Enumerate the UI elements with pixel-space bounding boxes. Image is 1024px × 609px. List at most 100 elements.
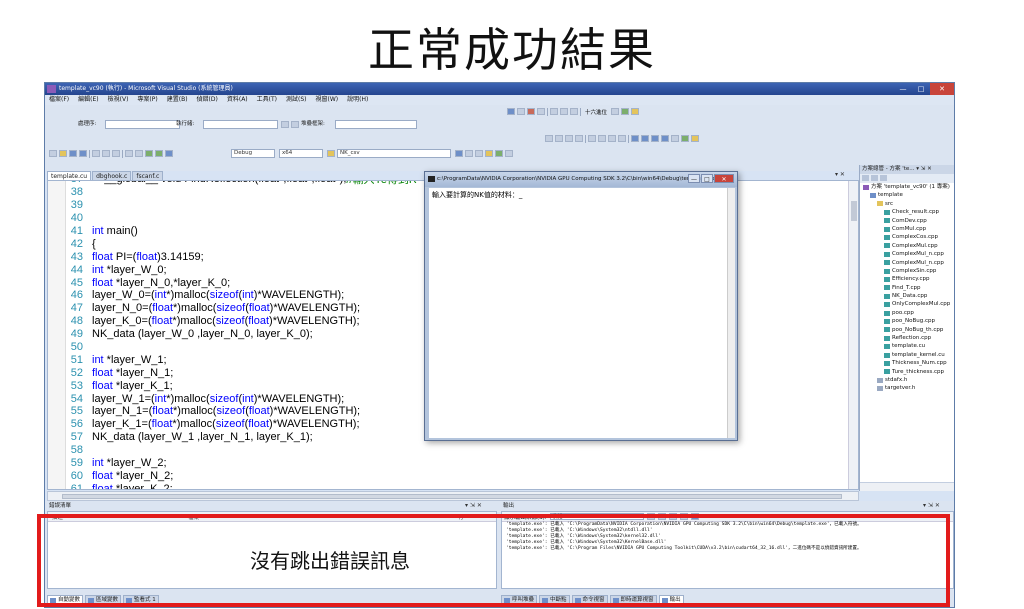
step-over-icon[interactable] — [560, 108, 568, 115]
tree-item[interactable]: targetver.h — [860, 384, 954, 392]
menu-item[interactable]: 工具(T) — [257, 95, 277, 105]
menu-item[interactable]: 編輯(E) — [78, 95, 98, 105]
console-minimize-button[interactable]: — — [688, 174, 700, 183]
tree-item[interactable]: Find_T.cpp — [860, 284, 954, 292]
bookmark-icon[interactable] — [588, 135, 596, 142]
autos-icon[interactable] — [671, 135, 679, 142]
tree-item[interactable]: NK_Data.cpp — [860, 292, 954, 300]
tree-item[interactable]: Reflection.cpp — [860, 334, 954, 342]
console-output[interactable]: 輸入要計算的NK值的材料：_ — [429, 188, 735, 438]
tree-item[interactable]: src — [860, 200, 954, 208]
step-out-icon[interactable] — [570, 108, 578, 115]
output-controls[interactable]: ▾ ⇲ ✕ — [923, 502, 940, 509]
copy-icon[interactable] — [102, 150, 110, 157]
clear-bookmarks-icon[interactable] — [618, 135, 626, 142]
tree-item[interactable]: ComplexMul_n.cpp — [860, 250, 954, 258]
filter-icon[interactable] — [291, 121, 299, 128]
tree-item[interactable]: poo.cpp — [860, 309, 954, 317]
menu-item[interactable]: 檔案(F) — [49, 95, 69, 105]
tree-item[interactable]: poo_NoBug.cpp — [860, 317, 954, 325]
tree-item[interactable]: template_kernel.cu — [860, 351, 954, 359]
bottom-tab[interactable]: 區域變數 — [85, 595, 122, 605]
outdent-icon[interactable] — [555, 135, 563, 142]
menu-item[interactable]: 測試(S) — [286, 95, 307, 105]
solution-explorer-icon[interactable] — [465, 150, 473, 157]
find-icon[interactable] — [455, 150, 463, 157]
refresh-icon[interactable] — [880, 175, 887, 181]
next-bookmark-icon[interactable] — [608, 135, 616, 142]
watch-icon[interactable] — [691, 135, 699, 142]
output-source-combo[interactable]: 偵錯 — [549, 513, 644, 520]
menu-item[interactable]: 檢視(V) — [108, 95, 129, 105]
tree-item[interactable]: ComplexMul.cpp — [860, 242, 954, 250]
tab-dbghook-c[interactable]: dbghook.c — [92, 171, 132, 180]
tree-item[interactable]: OnlyComplexMul.cpp — [860, 300, 954, 308]
comment-icon[interactable] — [565, 135, 573, 142]
editor-vertical-scrollbar[interactable] — [848, 181, 858, 489]
menu-item[interactable]: 視窗(W) — [316, 95, 339, 105]
console-window[interactable]: c:\ProgramData\NVIDIA Corporation\NVIDIA… — [424, 171, 738, 441]
console-scrollbar[interactable] — [727, 188, 735, 438]
column-line[interactable]: 行 — [458, 513, 464, 521]
stack-frame-combo[interactable] — [335, 120, 417, 129]
editor-horizontal-scrollbar[interactable] — [47, 491, 859, 501]
column-description[interactable]: 描述 — [52, 513, 63, 521]
paste-icon[interactable] — [112, 150, 120, 157]
prev-message-icon[interactable] — [657, 513, 666, 520]
column-file[interactable]: 檔案 — [188, 513, 199, 521]
platform-combo[interactable]: x64 — [279, 149, 323, 158]
console-titlebar[interactable]: c:\ProgramData\NVIDIA Corporation\NVIDIA… — [425, 172, 737, 187]
bottom-tab[interactable]: 中斷點 — [539, 595, 570, 605]
maximize-button[interactable]: □ — [912, 83, 930, 95]
find-message-icon[interactable] — [646, 513, 655, 520]
tree-item[interactable]: Check_result.cpp — [860, 208, 954, 216]
restart-icon[interactable] — [537, 108, 545, 115]
close-button[interactable]: ✕ — [930, 83, 954, 95]
tree-item[interactable]: Thickness_Num.cpp — [860, 359, 954, 367]
console-maximize-button[interactable]: □ — [701, 174, 713, 183]
bottom-tab[interactable]: 輸出 — [658, 595, 684, 605]
bottom-tab[interactable]: 監看式 1 — [123, 595, 159, 605]
break-all-icon[interactable] — [517, 108, 525, 115]
toolbox-icon[interactable] — [485, 150, 493, 157]
scrollbar-thumb[interactable] — [851, 201, 857, 221]
menu-item[interactable]: 專案(P) — [137, 95, 157, 105]
threads-icon[interactable] — [621, 108, 630, 115]
windows-icon[interactable] — [611, 108, 620, 115]
solution-explorer-scrollbar[interactable] — [860, 482, 954, 491]
find-in-files-icon[interactable] — [327, 150, 335, 157]
tree-item[interactable]: Ture_thickness.cpp — [860, 368, 954, 376]
registers-icon[interactable] — [641, 135, 649, 142]
step-into-icon[interactable] — [550, 108, 558, 115]
tab-fscanf-c[interactable]: fscanf.c — [132, 171, 164, 180]
minimize-button[interactable]: — — [894, 83, 912, 95]
open-file-icon[interactable] — [59, 150, 67, 157]
properties-icon[interactable] — [862, 175, 869, 181]
thread-combo[interactable] — [203, 120, 278, 129]
tree-item[interactable]: template.cu — [860, 342, 954, 350]
scrollbar-thumb[interactable] — [62, 494, 842, 499]
tree-item[interactable]: 方案 'template_vc90' (1 專案) — [860, 183, 954, 191]
word-wrap-icon[interactable] — [690, 513, 699, 520]
show-all-files-icon[interactable] — [871, 175, 878, 181]
menu-item[interactable]: 說明(H) — [347, 95, 368, 105]
next-message-icon[interactable] — [668, 513, 677, 520]
indent-icon[interactable] — [545, 135, 553, 142]
start-debugging-icon[interactable] — [165, 150, 173, 157]
clear-all-icon[interactable] — [679, 513, 688, 520]
console-close-button[interactable]: ✕ — [714, 174, 734, 183]
bottom-tab[interactable]: 即時運算視窗 — [609, 595, 657, 605]
tree-item[interactable]: Efficiency.cpp — [860, 275, 954, 283]
tree-item[interactable]: ComplexMul_n.cpp — [860, 259, 954, 267]
output-text[interactable]: 'template.exe': 已載入 'C:\ProgramData\NVID… — [502, 522, 953, 552]
undo-icon[interactable] — [125, 150, 133, 157]
configuration-combo[interactable]: Debug — [231, 149, 275, 158]
save-all-icon[interactable] — [79, 150, 87, 157]
bottom-tab[interactable]: 自動變數 — [47, 595, 84, 605]
menu-item[interactable]: 資料(A) — [227, 95, 248, 105]
stop-icon[interactable] — [527, 108, 535, 115]
redo-icon[interactable] — [135, 150, 143, 157]
navigate-forward-icon[interactable] — [155, 150, 163, 157]
tab-template-cu[interactable]: template.cu — [47, 171, 92, 180]
locals-icon[interactable] — [681, 135, 689, 142]
